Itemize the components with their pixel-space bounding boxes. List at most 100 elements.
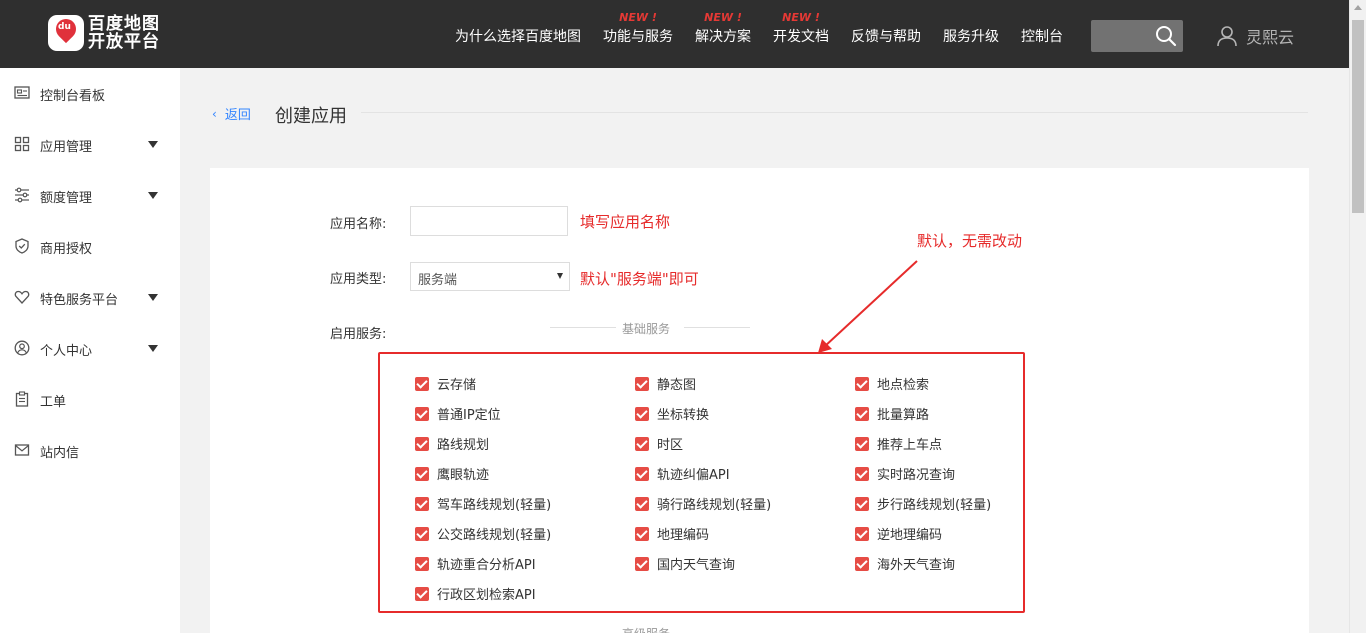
services-label: 启用服务: (330, 327, 387, 342)
checkbox-checked-icon[interactable] (415, 496, 429, 511)
checkbox-checked-icon[interactable] (635, 376, 649, 391)
service-checkbox[interactable]: 海外天气查询 (855, 554, 955, 573)
checkbox-checked-icon[interactable] (415, 406, 429, 421)
nav-features-services[interactable]: NEW ! 功能与服务 (603, 0, 673, 68)
service-checkbox[interactable]: 鹰眼轨迹 (415, 464, 489, 483)
service-checkbox[interactable]: 实时路况查询 (855, 464, 955, 483)
checkbox-checked-icon[interactable] (855, 376, 869, 391)
checkbox-checked-icon[interactable] (415, 376, 429, 391)
service-label: 推荐上车点 (877, 438, 943, 453)
checkbox-checked-icon[interactable] (415, 436, 429, 451)
service-label: 鹰眼轨迹 (437, 468, 490, 483)
service-checkbox[interactable]: 公交路线规划(轻量) (415, 524, 551, 543)
service-label: 逆地理编码 (877, 528, 943, 543)
sliders-icon (15, 187, 29, 203)
service-checkbox[interactable]: 逆地理编码 (855, 524, 942, 543)
user-menu[interactable]: 灵熙云 (1216, 24, 1294, 48)
checkbox-checked-icon[interactable] (855, 466, 869, 481)
page-scrollbar[interactable] (1349, 0, 1366, 633)
clipboard-icon (15, 391, 29, 407)
dropdown-arrow-icon (557, 273, 563, 279)
service-checkbox[interactable]: 轨迹重合分析API (415, 554, 536, 573)
checkbox-checked-icon[interactable] (635, 436, 649, 451)
scroll-up-arrow-icon[interactable] (1354, 5, 1362, 10)
service-checkbox[interactable]: 云存储 (415, 374, 476, 393)
service-checkbox[interactable]: 国内天气查询 (635, 554, 735, 573)
service-label: 时区 (657, 438, 684, 453)
checkbox-checked-icon[interactable] (855, 436, 869, 451)
sidebar-item-dashboard[interactable]: 控制台看板 (0, 81, 180, 105)
service-checkbox[interactable]: 地点检索 (855, 374, 929, 393)
logo-text-line1: 百度地图 (88, 14, 160, 34)
sidebar-item-featured-services[interactable]: 特色服务平台 (0, 285, 180, 309)
service-checkbox[interactable]: 路线规划 (415, 434, 489, 453)
username: 灵熙云 (1246, 28, 1295, 47)
service-label: 静态图 (657, 378, 697, 393)
annotation-arrow (818, 260, 918, 353)
caret-down-icon (148, 141, 158, 148)
service-label: 驾车路线规划(轻量) (437, 498, 552, 513)
service-checkbox[interactable]: 骑行路线规划(轻量) (635, 494, 771, 513)
baidu-map-logo[interactable]: du 百度地图 开放平台 (48, 14, 160, 51)
nav-service-upgrade[interactable]: 服务升级 (943, 0, 999, 68)
section-title-advanced: 高级服务 (622, 626, 670, 633)
service-label: 步行路线规划(轻量) (877, 498, 992, 513)
service-checkbox[interactable]: 推荐上车点 (855, 434, 942, 453)
service-checkbox[interactable]: 坐标转换 (635, 404, 709, 423)
sidebar-item-messages[interactable]: 站内信 (0, 438, 180, 462)
checkbox-checked-icon[interactable] (635, 466, 649, 481)
back-link[interactable]: ‹ 返回 (212, 104, 251, 124)
sidebar-item-ticket[interactable]: 工单 (0, 387, 180, 411)
nav-console[interactable]: 控制台 (1021, 0, 1063, 68)
checkbox-checked-icon[interactable] (415, 466, 429, 481)
app-type-select[interactable]: 服务端 (410, 262, 570, 291)
checkbox-checked-icon[interactable] (635, 496, 649, 511)
service-checkbox[interactable]: 批量算路 (855, 404, 929, 423)
service-checkbox[interactable]: 轨迹纠偏API (635, 464, 730, 483)
search-input[interactable] (1091, 20, 1183, 52)
service-checkbox[interactable]: 地理编码 (635, 524, 709, 543)
caret-down-icon (148, 192, 158, 199)
checkbox-checked-icon[interactable] (415, 526, 429, 541)
nav-why-baidu[interactable]: 为什么选择百度地图 (455, 0, 581, 68)
app-name-input[interactable] (410, 206, 568, 236)
checkbox-checked-icon[interactable] (635, 526, 649, 541)
nav-solutions[interactable]: NEW ! 解决方案 (695, 0, 751, 68)
chevron-left-icon: ‹ (212, 106, 217, 121)
nav-dev-docs[interactable]: NEW ! 开发文档 (773, 0, 829, 68)
checkbox-checked-icon[interactable] (635, 406, 649, 421)
service-checkbox[interactable]: 行政区划检索API (415, 584, 536, 603)
sidebar-item-app-management[interactable]: 应用管理 (0, 132, 180, 156)
new-badge: NEW ! (704, 11, 742, 24)
caret-down-icon (148, 294, 158, 301)
service-label: 路线规划 (437, 438, 490, 453)
service-checkbox[interactable]: 驾车路线规划(轻量) (415, 494, 551, 513)
heart-icon (14, 290, 30, 304)
service-checkbox[interactable]: 普通IP定位 (415, 404, 501, 423)
title-divider (361, 112, 1308, 113)
service-checkbox[interactable]: 时区 (635, 434, 683, 453)
service-label: 轨迹纠偏API (657, 468, 730, 483)
checkbox-checked-icon[interactable] (855, 406, 869, 421)
checkbox-checked-icon[interactable] (855, 526, 869, 541)
sidebar-item-quota-management[interactable]: 额度管理 (0, 183, 180, 207)
checkbox-checked-icon[interactable] (855, 496, 869, 511)
sidebar-item-commercial-license[interactable]: 商用授权 (0, 234, 180, 258)
checkbox-checked-icon[interactable] (415, 556, 429, 571)
search-icon[interactable] (1155, 25, 1177, 47)
shield-check-icon (15, 238, 29, 254)
checkbox-checked-icon[interactable] (855, 556, 869, 571)
service-checkbox[interactable]: 静态图 (635, 374, 696, 393)
main-nav: 为什么选择百度地图 NEW ! 功能与服务 NEW ! 解决方案 NEW ! 开发文档… (455, 0, 1085, 68)
logo-badge-icon: du (48, 14, 84, 51)
scrollbar-thumb[interactable] (1352, 20, 1364, 213)
service-checkbox[interactable]: 步行路线规划(轻量) (855, 494, 991, 513)
top-navbar: du 百度地图 开放平台 为什么选择百度地图 NEW ! 功能与服务 NEW ! 解… (0, 0, 1349, 68)
service-label: 地点检索 (877, 378, 930, 393)
nav-feedback-help[interactable]: 反馈与帮助 (851, 0, 921, 68)
service-label: 骑行路线规划(轻量) (657, 498, 772, 513)
sidebar-item-personal-center[interactable]: 个人中心 (0, 336, 180, 360)
checkbox-checked-icon[interactable] (635, 556, 649, 571)
checkbox-checked-icon[interactable] (415, 586, 429, 601)
new-badge: NEW ! (619, 11, 657, 24)
